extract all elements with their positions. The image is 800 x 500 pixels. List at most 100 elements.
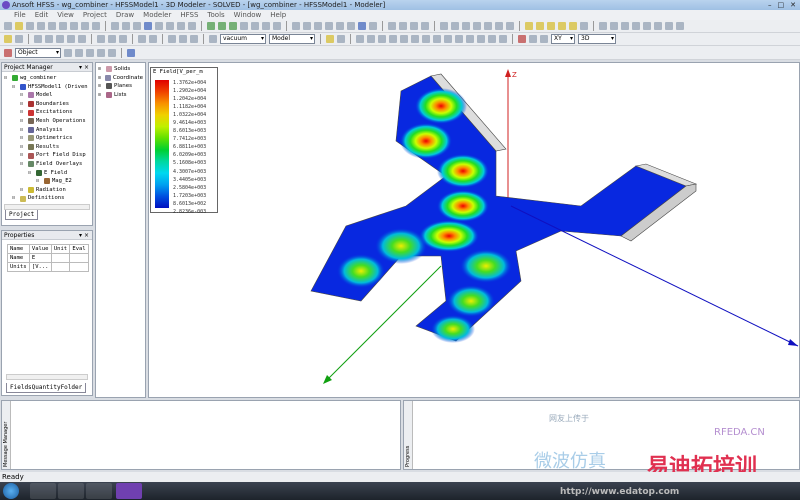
toolbar-icon[interactable]	[111, 22, 119, 30]
toolbar-icon[interactable]	[166, 22, 174, 30]
toolbar-icon[interactable]	[209, 35, 217, 43]
close-icon[interactable]: ▾ ×	[79, 231, 89, 240]
toolbar-icon[interactable]	[336, 22, 344, 30]
menu-project[interactable]: Project	[83, 10, 107, 20]
tree-item[interactable]: ⊟ Optimetrics	[4, 134, 92, 143]
toolbar-icon[interactable]	[399, 22, 407, 30]
start-button[interactable]	[3, 483, 19, 499]
menu-edit[interactable]: Edit	[35, 10, 49, 20]
expand-icon[interactable]: ⊟	[20, 143, 26, 152]
toolbar-icon[interactable]	[558, 22, 566, 30]
toolbar-icon[interactable]	[15, 35, 23, 43]
tree-item-planes[interactable]: ⊞ Planes	[98, 82, 143, 91]
toolbar-icon[interactable]	[48, 22, 56, 30]
toolbar-icon[interactable]	[45, 35, 53, 43]
toolbar-icon[interactable]	[347, 22, 355, 30]
toolbar-icon[interactable]	[97, 48, 105, 57]
toolbar-icon[interactable]	[367, 35, 375, 43]
toolbar-icon[interactable]	[149, 35, 157, 43]
3d-modeler-view[interactable]: Z	[148, 62, 800, 398]
table-row[interactable]: Units [V...	[7, 262, 89, 272]
toolbar-icon[interactable]	[455, 35, 463, 43]
expand-icon[interactable]: ⊟	[20, 134, 26, 143]
tree-item[interactable]: ⊟ HFSSModel1 (Driven	[4, 83, 92, 92]
toolbar-icon[interactable]	[81, 22, 89, 30]
expand-icon[interactable]: ⊟	[12, 83, 18, 92]
tab-project[interactable]: Project	[5, 210, 39, 220]
toolbar-icon[interactable]	[4, 35, 12, 43]
minimize-button[interactable]: –	[768, 0, 772, 10]
toolbar-icon[interactable]	[108, 48, 116, 57]
toolbar-icon[interactable]	[665, 22, 673, 30]
close-icon[interactable]: ▾ ×	[79, 63, 89, 72]
toolbar-icon[interactable]	[569, 22, 577, 30]
toolbar-icon[interactable]	[34, 35, 42, 43]
toolbar-icon[interactable]	[75, 48, 83, 57]
field-legend[interactable]: E Field[V_per_m 1.3762e+004 1.2902e+004 1.…	[150, 67, 218, 215]
menu-tools[interactable]: Tools	[207, 10, 224, 20]
expand-icon[interactable]: ⊟	[12, 194, 18, 203]
menu-hfss[interactable]: HFSS	[180, 10, 198, 20]
toolbar-icon[interactable]	[4, 48, 12, 57]
toolbar-icon[interactable]	[273, 22, 281, 30]
toolbar-icon[interactable]	[314, 22, 322, 30]
menu-draw[interactable]: Draw	[116, 10, 134, 20]
toolbar-icon[interactable]	[547, 22, 555, 30]
toolbar-icon[interactable]	[190, 35, 198, 43]
toolbar-icon[interactable]	[444, 35, 452, 43]
tree-item[interactable]: ⊟ Port Field Disp	[4, 151, 92, 160]
explorer-taskbar-button[interactable]	[30, 483, 56, 499]
toolbar-icon[interactable]	[15, 22, 23, 30]
toolbar-icon[interactable]	[499, 35, 507, 43]
toolbar-icon[interactable]	[122, 22, 130, 30]
toolbar-icon[interactable]	[177, 22, 185, 30]
close-button[interactable]: ✕	[790, 0, 796, 10]
toolbar-icon[interactable]	[67, 35, 75, 43]
table-row[interactable]: Name E	[7, 253, 89, 263]
expand-icon[interactable]: ⊟	[20, 117, 26, 126]
toolbar-icon[interactable]	[356, 35, 364, 43]
toolbar-icon[interactable]	[70, 22, 78, 30]
model-select[interactable]: Model	[269, 34, 315, 44]
menu-file[interactable]: File	[14, 10, 26, 20]
toolbar-icon[interactable]	[133, 22, 141, 30]
toolbar-icon[interactable]	[218, 22, 226, 30]
toolbar-icon[interactable]	[92, 22, 100, 30]
toolbar-icon[interactable]	[610, 22, 618, 30]
toolbar-icon[interactable]	[358, 22, 366, 30]
toolbar-icon[interactable]	[59, 22, 67, 30]
toolbar-icon[interactable]	[388, 22, 396, 30]
tree-item[interactable]: ⊟ Mesh Operations	[4, 117, 92, 126]
toolbar-icon[interactable]	[433, 35, 441, 43]
toolbar-icon[interactable]	[540, 35, 548, 43]
toolbar-icon[interactable]	[240, 22, 248, 30]
toolbar-icon[interactable]	[292, 22, 300, 30]
hfss-taskbar-button[interactable]	[116, 483, 142, 499]
menu-window[interactable]: Window	[234, 10, 262, 20]
field-plot-canvas[interactable]: Z	[149, 63, 800, 398]
expand-icon[interactable]: ⊟	[20, 151, 26, 160]
tree-item[interactable]: ⊟ Model	[4, 91, 92, 100]
toolbar-icon[interactable]	[262, 22, 270, 30]
toolbar-icon[interactable]	[326, 35, 334, 43]
ie-taskbar-button[interactable]	[58, 483, 84, 499]
toolbar-icon[interactable]	[518, 35, 526, 43]
toolbar-icon[interactable]	[411, 35, 419, 43]
toolbar-icon[interactable]	[229, 22, 237, 30]
expand-icon[interactable]: ⊟	[36, 177, 42, 186]
media-taskbar-button[interactable]	[86, 483, 112, 499]
menu-modeler[interactable]: Modeler	[143, 10, 171, 20]
toolbar-icon[interactable]	[325, 22, 333, 30]
toolbar-icon[interactable]	[389, 35, 397, 43]
toolbar-icon[interactable]	[179, 35, 187, 43]
toolbar-icon[interactable]	[127, 48, 135, 57]
toolbar-icon[interactable]	[473, 22, 481, 30]
toolbar-icon[interactable]	[26, 22, 34, 30]
toolbar-icon[interactable]	[337, 35, 345, 43]
toolbar-icon[interactable]	[676, 22, 684, 30]
toolbar-icon[interactable]	[251, 22, 259, 30]
toolbar-icon[interactable]	[422, 35, 430, 43]
expand-icon[interactable]: ⊟	[20, 108, 26, 117]
toolbar-icon[interactable]	[86, 48, 94, 57]
toolbar-icon[interactable]	[462, 22, 470, 30]
